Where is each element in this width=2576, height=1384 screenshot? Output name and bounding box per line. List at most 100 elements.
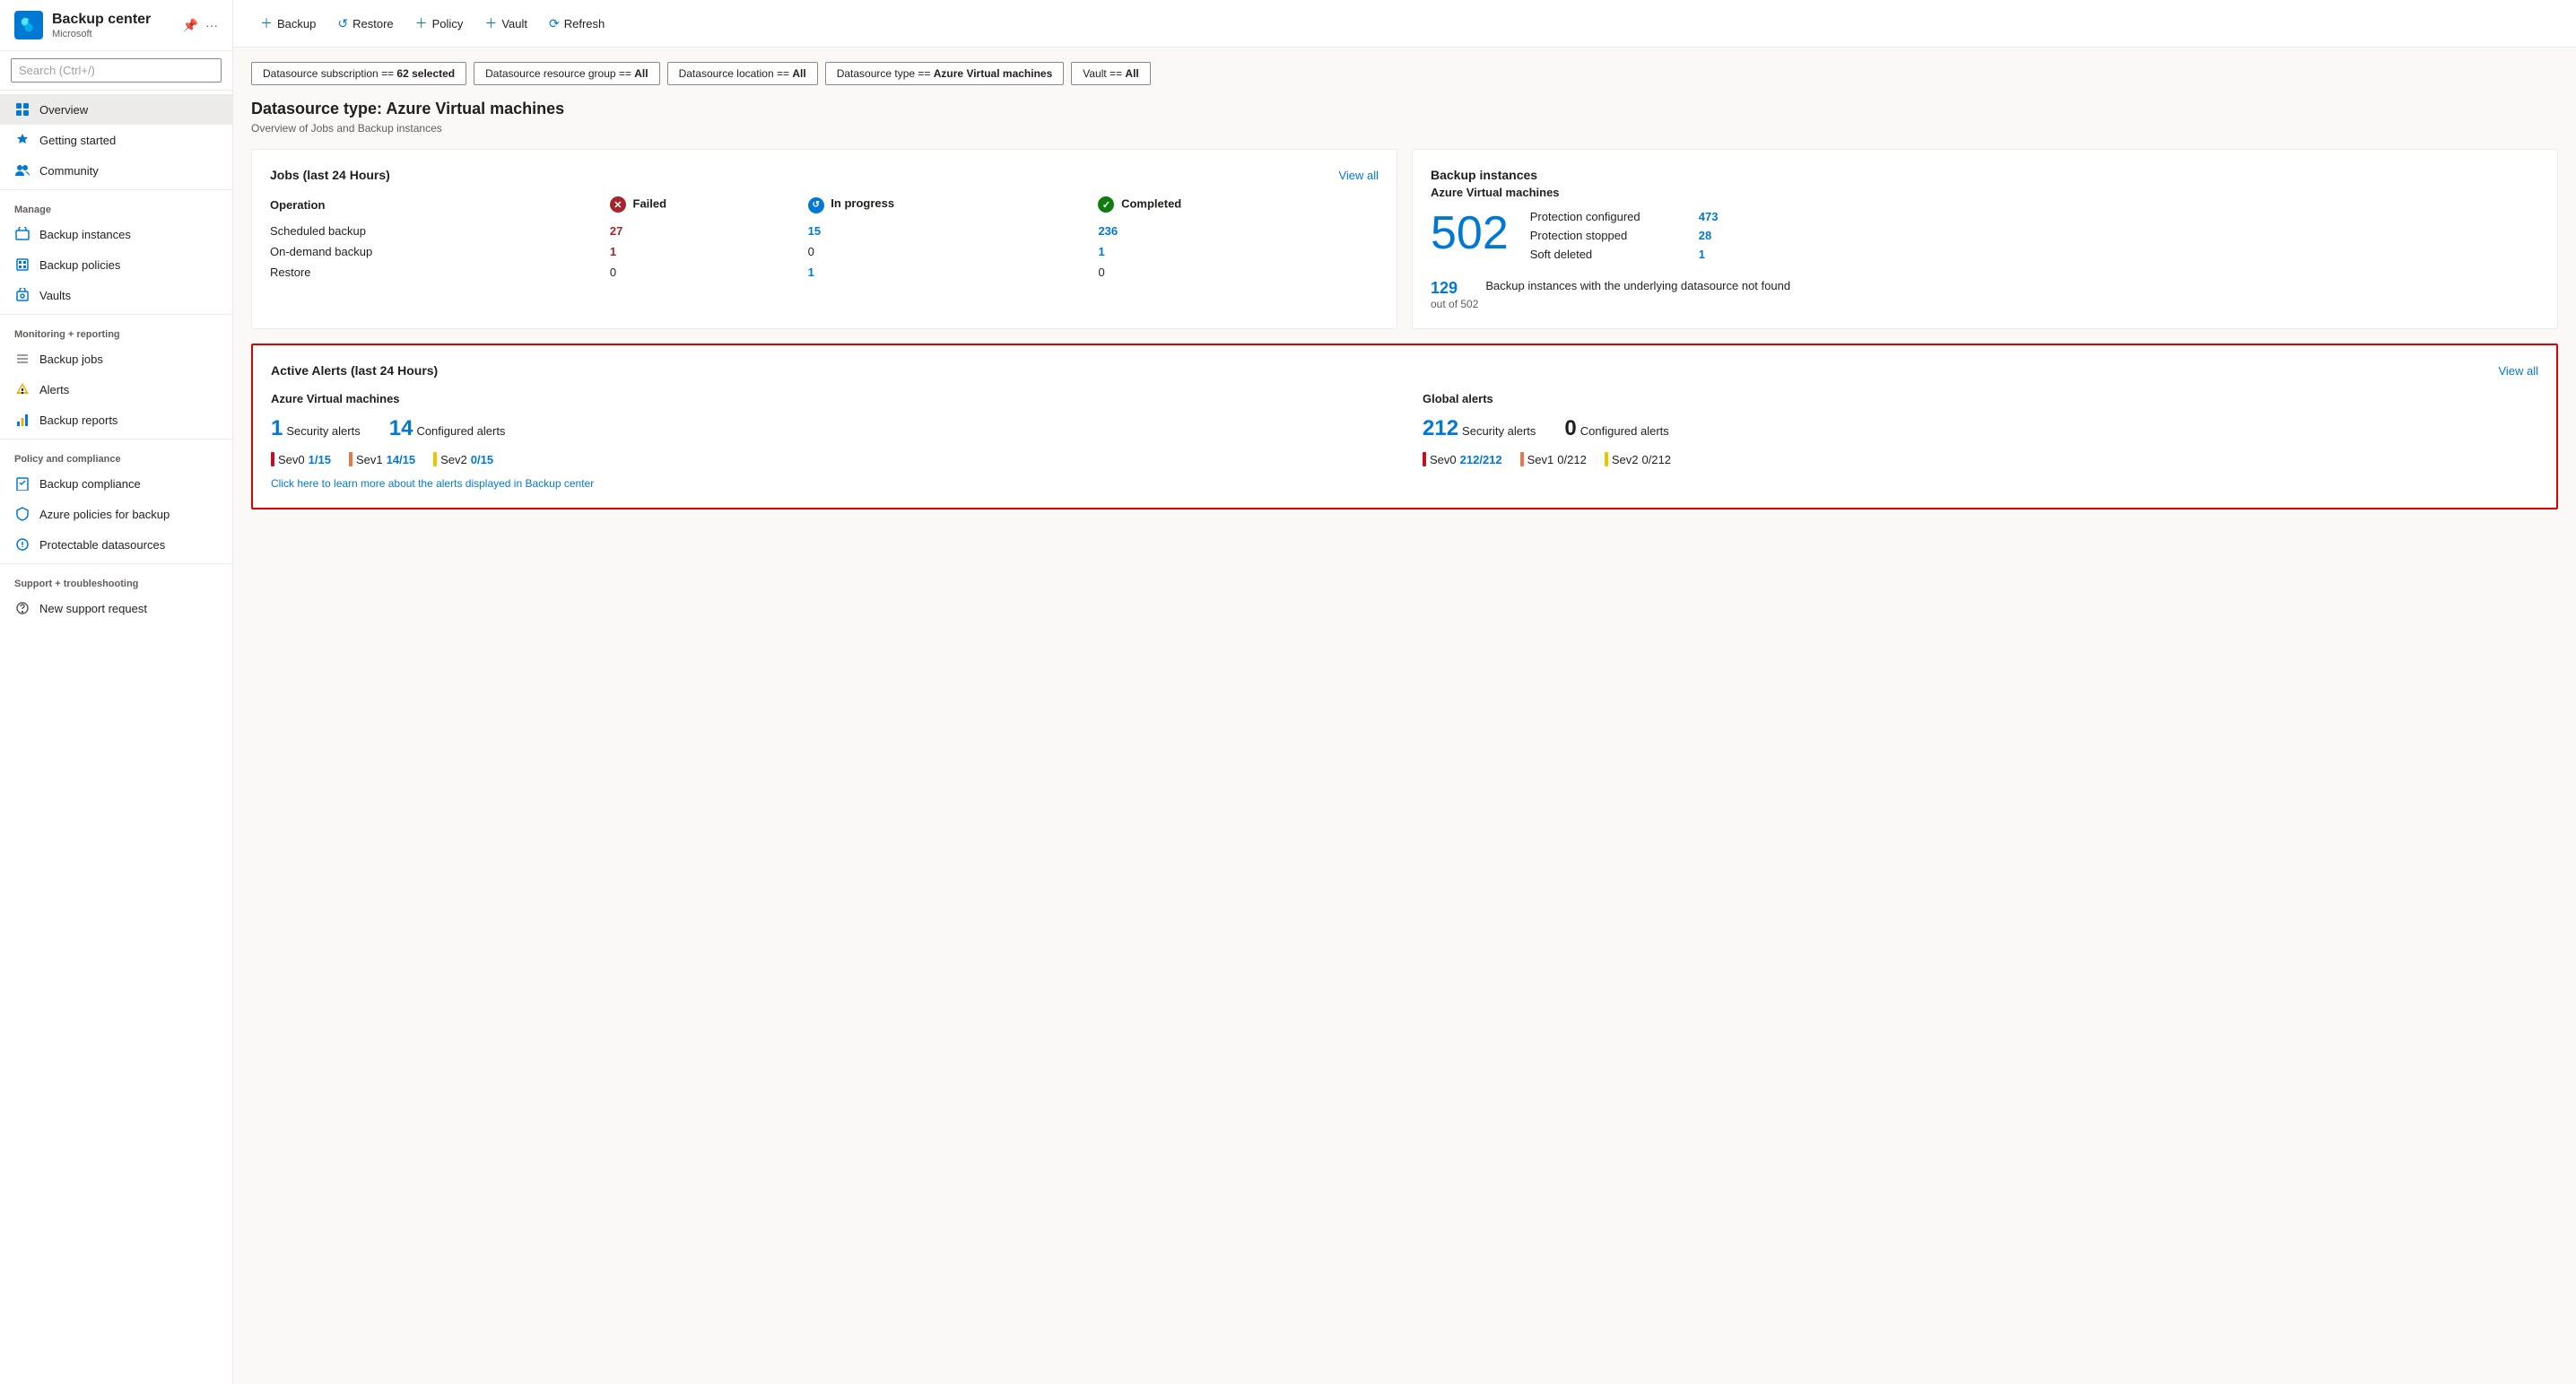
col-completed-header: ✓ Completed bbox=[1098, 193, 1379, 221]
vaults-icon bbox=[14, 287, 30, 303]
alerts-global-security-label: Security alerts bbox=[1462, 424, 1536, 438]
alerts-card-header: Active Alerts (last 24 Hours) View all bbox=[271, 363, 2538, 378]
bi-protection-configured-row: Protection configured 473 bbox=[1530, 210, 1719, 223]
backup-policies-icon bbox=[14, 257, 30, 273]
sidebar-item-backup-reports[interactable]: Backup reports bbox=[0, 405, 232, 435]
sev-item: Sev2 0/212 bbox=[1605, 452, 1671, 466]
alerts-learn-more-link[interactable]: Click here to learn more about the alert… bbox=[271, 477, 594, 490]
bi-secondary-count-block: 129 out of 502 bbox=[1431, 279, 1478, 310]
alerts-azure-title: Azure Virtual machines bbox=[271, 392, 1387, 405]
sidebar-item-backup-compliance[interactable]: Backup compliance bbox=[0, 468, 232, 499]
col-operation-header: Operation bbox=[270, 193, 610, 221]
sev-value: 212/212 bbox=[1460, 453, 1502, 466]
sidebar-item-new-support-label: New support request bbox=[39, 602, 147, 615]
backup-plus-icon: ＋ bbox=[260, 14, 273, 32]
filter-location[interactable]: Datasource location == All bbox=[667, 62, 818, 85]
job-operation: On-demand backup bbox=[270, 241, 610, 262]
alerts-global-configured-item: 0 Configured alerts bbox=[1564, 416, 1668, 441]
job-operation: Scheduled backup bbox=[270, 221, 610, 241]
bi-azure-subtitle: Azure Virtual machines bbox=[1431, 186, 2539, 199]
jobs-card-title: Jobs (last 24 Hours) View all bbox=[270, 168, 1379, 182]
bi-secondary-label: Backup instances with the underlying dat… bbox=[1485, 279, 1790, 292]
sev-item: Sev0 1/15 bbox=[271, 452, 331, 466]
sev-item: Sev0 212/212 bbox=[1423, 452, 1502, 466]
sev-bar-yellow bbox=[1605, 452, 1608, 466]
policy-button[interactable]: ＋ Policy bbox=[406, 9, 473, 38]
sidebar-item-getting-started-label: Getting started bbox=[39, 134, 116, 147]
app-subtitle: Microsoft bbox=[52, 29, 174, 39]
getting-started-icon bbox=[14, 132, 30, 148]
sidebar-item-vaults[interactable]: Vaults bbox=[0, 280, 232, 310]
alerts-global-counts: 212 Security alerts 0 Configured alerts bbox=[1423, 416, 2538, 441]
sev-value: 0/212 bbox=[1641, 453, 1671, 466]
backup-compliance-icon bbox=[14, 475, 30, 492]
alerts-global-security-count: 212 bbox=[1423, 416, 1458, 441]
sidebar-item-backup-instances-label: Backup instances bbox=[39, 228, 131, 241]
backup-jobs-icon bbox=[14, 351, 30, 367]
sidebar-item-alerts[interactable]: Alerts bbox=[0, 374, 232, 405]
backup-reports-icon bbox=[14, 412, 30, 428]
sev-bar-yellow bbox=[433, 452, 437, 466]
bi-main-count: 502 bbox=[1431, 210, 1509, 257]
community-icon bbox=[14, 162, 30, 178]
sev-label: Sev2 bbox=[1612, 453, 1639, 466]
filter-vault[interactable]: Vault == All bbox=[1071, 62, 1151, 85]
restore-button[interactable]: ↺ Restore bbox=[328, 11, 402, 37]
jobs-view-all-link[interactable]: View all bbox=[1338, 169, 1379, 182]
sidebar-item-new-support[interactable]: New support request bbox=[0, 593, 232, 623]
bi-soft-deleted-value: 1 bbox=[1699, 248, 1705, 261]
filter-subscription[interactable]: Datasource subscription == 62 selected bbox=[251, 62, 466, 85]
alerts-azure-configured-item: 14 Configured alerts bbox=[389, 416, 506, 441]
sidebar-item-community[interactable]: Community bbox=[0, 155, 232, 186]
job-failed: 27 bbox=[610, 221, 808, 241]
sidebar-item-backup-policies[interactable]: Backup policies bbox=[0, 249, 232, 280]
bi-secondary: 129 out of 502 Backup instances with the… bbox=[1431, 279, 2539, 310]
sidebar-item-overview[interactable]: Overview bbox=[0, 94, 232, 125]
job-failed: 0 bbox=[610, 262, 808, 283]
col-inprogress-header: ↺ In progress bbox=[808, 193, 1099, 221]
alerts-view-all-link[interactable]: View all bbox=[2498, 364, 2538, 378]
sidebar-item-backup-jobs[interactable]: Backup jobs bbox=[0, 344, 232, 374]
sidebar-item-azure-policies-label: Azure policies for backup bbox=[39, 508, 170, 521]
nav-section-monitoring: Monitoring + reporting bbox=[0, 318, 232, 344]
search-input[interactable] bbox=[11, 58, 222, 83]
sidebar-item-azure-policies[interactable]: Azure policies for backup bbox=[0, 499, 232, 529]
sev-value: 0/15 bbox=[471, 453, 493, 466]
failed-status-icon: ✕ bbox=[610, 196, 626, 213]
backup-instances-card-title: Backup instances bbox=[1431, 168, 2539, 182]
more-icon[interactable]: ··· bbox=[205, 18, 218, 33]
nav-section-policy: Policy and compliance bbox=[0, 443, 232, 468]
alerts-azure-security-label: Security alerts bbox=[286, 424, 360, 438]
sidebar-item-alerts-label: Alerts bbox=[39, 383, 69, 396]
alerts-azure-configured-label: Configured alerts bbox=[416, 424, 505, 438]
job-inprogress: 1 bbox=[808, 262, 1099, 283]
page-title: Datasource type: Azure Virtual machines bbox=[251, 100, 2558, 118]
sev-item: Sev1 14/15 bbox=[349, 452, 415, 466]
sidebar-item-protectable-datasources[interactable]: Protectable datasources bbox=[0, 529, 232, 560]
refresh-button[interactable]: ⟳ Refresh bbox=[540, 11, 614, 37]
jobs-table: Operation ✕ Failed ↺ In progress ✓ bbox=[270, 193, 1379, 283]
content-area: Datasource subscription == 62 selected D… bbox=[233, 48, 2576, 1384]
vault-button[interactable]: ＋ Vault bbox=[475, 9, 536, 38]
bi-stats: Protection configured 473 Protection sto… bbox=[1530, 210, 1719, 261]
filter-resource-group[interactable]: Datasource resource group == All bbox=[474, 62, 659, 85]
sev-label: Sev0 bbox=[1430, 453, 1457, 466]
cards-row: Jobs (last 24 Hours) View all Operation … bbox=[251, 149, 2558, 329]
filter-datasource-type[interactable]: Datasource type == Azure Virtual machine… bbox=[825, 62, 1065, 85]
backup-button[interactable]: ＋ Backup bbox=[251, 9, 325, 38]
jobs-card: Jobs (last 24 Hours) View all Operation … bbox=[251, 149, 1397, 329]
table-row: Restore010 bbox=[270, 262, 1379, 283]
sidebar-item-backup-reports-label: Backup reports bbox=[39, 413, 117, 427]
sidebar-header: Backup center Microsoft 📌 ··· bbox=[0, 0, 232, 51]
sev-bar-orange bbox=[349, 452, 352, 466]
alerts-global-configured-count: 0 bbox=[1564, 416, 1576, 441]
pin-icon[interactable]: 📌 bbox=[183, 18, 198, 33]
alerts-card: Active Alerts (last 24 Hours) View all A… bbox=[251, 344, 2558, 509]
sev-label: Sev1 bbox=[356, 453, 383, 466]
bi-protection-configured-label: Protection configured bbox=[1530, 210, 1692, 223]
sev-label: Sev1 bbox=[1527, 453, 1554, 466]
sidebar-item-backup-instances[interactable]: Backup instances bbox=[0, 219, 232, 249]
nav-divider-policy bbox=[0, 439, 232, 440]
sidebar-item-getting-started[interactable]: Getting started bbox=[0, 125, 232, 155]
sev-bar-red bbox=[271, 452, 274, 466]
